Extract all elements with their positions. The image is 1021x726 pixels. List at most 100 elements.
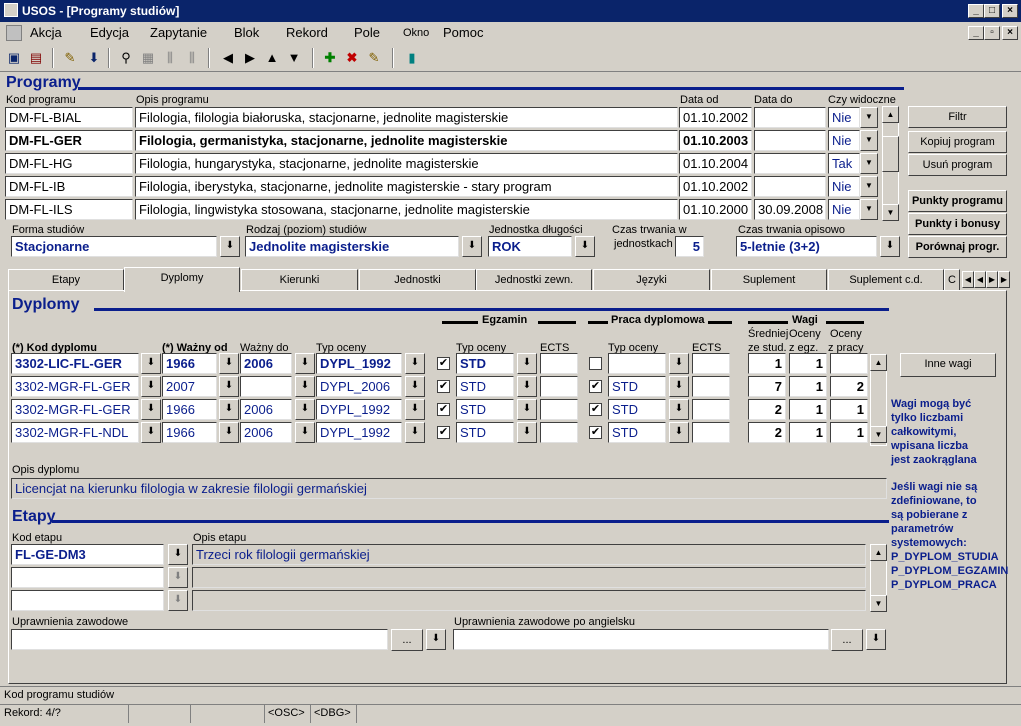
- etap-kod-field[interactable]: FL-GE-DM3: [11, 544, 164, 565]
- etap-kod-dropdown-icon[interactable]: ⬇: [168, 544, 188, 565]
- dyplom-od-dropdown-icon[interactable]: ⬇: [219, 399, 239, 420]
- praca-typ-dropdown-icon[interactable]: ⬇: [669, 353, 689, 374]
- egzamin-typ-field[interactable]: STD: [456, 353, 514, 374]
- dyplom-typ-dropdown-icon[interactable]: ⬇: [405, 399, 425, 420]
- doc-icon[interactable]: [6, 25, 22, 41]
- czas-opis-field[interactable]: 5-letnie (3+2): [736, 236, 877, 257]
- dyplomy-scroll-up-icon[interactable]: ▲: [870, 354, 887, 371]
- print-icon[interactable]: ▤: [28, 50, 44, 66]
- tab-suplement-c-d-[interactable]: Suplement c.d.: [828, 269, 944, 291]
- dyplom-typ-dropdown-icon[interactable]: ⬇: [405, 422, 425, 443]
- praca-typ-dropdown-icon[interactable]: ⬇: [669, 376, 689, 397]
- program-widoczne-select[interactable]: Tak: [828, 153, 860, 174]
- dyplom-kod-field[interactable]: 3302-LIC-FL-GER: [11, 353, 139, 374]
- dyplom-od-field[interactable]: 2007: [162, 376, 217, 397]
- dyplom-typ-field[interactable]: DYPL_1992: [316, 353, 402, 374]
- maximize-icon[interactable]: □: [984, 4, 1000, 18]
- program-kod-field[interactable]: DM-FL-IB: [5, 176, 133, 197]
- menu-akcja[interactable]: Akcja: [30, 25, 62, 40]
- dyplom-do-field[interactable]: 2006: [240, 399, 292, 420]
- program-data-od-field[interactable]: 01.10.2002: [679, 176, 752, 197]
- program-data-do-field[interactable]: [754, 153, 826, 174]
- dyplom-typ-dropdown-icon[interactable]: ⬇: [405, 376, 425, 397]
- program-data-od-field[interactable]: 01.10.2004: [679, 153, 752, 174]
- egzamin-ects-field[interactable]: [540, 353, 578, 374]
- program-kod-field[interactable]: DM-FL-BIAL: [5, 107, 133, 128]
- program-kod-field[interactable]: DM-FL-HG: [5, 153, 133, 174]
- clear-record-icon[interactable]: ✎: [366, 50, 382, 66]
- etap-opis-field[interactable]: [192, 567, 866, 588]
- egzamin-ects-field[interactable]: [540, 376, 578, 397]
- usun-program-button[interactable]: Usuń program: [908, 154, 1007, 176]
- porownaj-button[interactable]: Porównaj progr.: [908, 236, 1007, 258]
- program-widoczne-select[interactable]: Nie: [828, 130, 860, 151]
- egzamin-typ-dropdown-icon[interactable]: ⬇: [517, 422, 537, 443]
- mdi-minimize-icon[interactable]: _: [968, 26, 984, 40]
- praca-checkbox[interactable]: ✔: [589, 380, 602, 393]
- waga-pracy-field[interactable]: 2: [830, 376, 868, 397]
- waga-srednia-field[interactable]: 2: [748, 399, 786, 420]
- etap-opis-field[interactable]: [192, 590, 866, 611]
- kopiuj-program-button[interactable]: Kopiuj program: [908, 131, 1007, 153]
- waga-egz-field[interactable]: 1: [789, 422, 827, 443]
- chevron-down-icon[interactable]: ▼: [860, 130, 878, 151]
- tab-suplement[interactable]: Suplement: [711, 269, 827, 291]
- egzamin-typ-field[interactable]: STD: [456, 376, 514, 397]
- egzamin-ects-field[interactable]: [540, 399, 578, 420]
- tab-dyplomy[interactable]: Dyplomy: [124, 267, 240, 292]
- praca-ects-field[interactable]: [692, 353, 730, 374]
- waga-pracy-field[interactable]: 1: [830, 399, 868, 420]
- dyplom-do-dropdown-icon[interactable]: ⬇: [295, 399, 315, 420]
- program-widoczne-select[interactable]: Nie: [828, 199, 860, 220]
- forma-field[interactable]: Stacjonarne: [11, 236, 217, 257]
- czas-field[interactable]: 5: [675, 236, 704, 257]
- dyplom-kod-field[interactable]: 3302-MGR-FL-GER: [11, 399, 139, 420]
- uprawnienia-dropdown-icon[interactable]: ⬇: [426, 629, 446, 650]
- etap-kod-dropdown-icon[interactable]: ⬇: [168, 567, 188, 588]
- program-kod-field[interactable]: DM-FL-ILS: [5, 199, 133, 220]
- tab-scroll-last-icon[interactable]: ▶: [998, 271, 1010, 288]
- dyplom-od-dropdown-icon[interactable]: ⬇: [219, 353, 239, 374]
- uprawnienia-field[interactable]: [11, 629, 388, 650]
- close-icon[interactable]: ×: [1002, 4, 1018, 18]
- waga-egz-field[interactable]: 1: [789, 353, 827, 374]
- czas-opis-dropdown-icon[interactable]: ⬇: [880, 236, 900, 257]
- dyplom-typ-field[interactable]: DYPL_1992: [316, 422, 402, 443]
- waga-srednia-field[interactable]: 1: [748, 353, 786, 374]
- tab-j-zyki[interactable]: Języki: [593, 269, 710, 291]
- dyplom-kod-field[interactable]: 3302-MGR-FL-GER: [11, 376, 139, 397]
- menu-rekord[interactable]: Rekord: [286, 25, 328, 40]
- dyplom-do-dropdown-icon[interactable]: ⬇: [295, 376, 315, 397]
- etap-kod-field[interactable]: [11, 590, 164, 611]
- scroll-down-icon[interactable]: ▼: [882, 204, 899, 221]
- praca-ects-field[interactable]: [692, 422, 730, 443]
- program-opis-field[interactable]: Filologia, germanistyka, stacjonarne, je…: [135, 130, 678, 151]
- praca-typ-dropdown-icon[interactable]: ⬇: [669, 422, 689, 443]
- count-icon[interactable]: ⫼: [162, 50, 178, 66]
- menu-edycja[interactable]: Edycja: [90, 25, 129, 40]
- egzamin-typ-dropdown-icon[interactable]: ⬇: [517, 376, 537, 397]
- mdi-close-icon[interactable]: ×: [1002, 26, 1018, 40]
- dyplom-do-field[interactable]: 2006: [240, 422, 292, 443]
- dyplom-kod-dropdown-icon[interactable]: ⬇: [141, 353, 161, 374]
- egzamin-checkbox[interactable]: ✔: [437, 403, 450, 416]
- exit-icon[interactable]: ▮: [404, 50, 420, 66]
- program-data-od-field[interactable]: 01.10.2002: [679, 107, 752, 128]
- chevron-down-icon[interactable]: ▼: [860, 176, 878, 197]
- tab-scroll-prev-icon[interactable]: ◀: [974, 271, 986, 288]
- dyplom-kod-field[interactable]: 3302-MGR-FL-NDL: [11, 422, 139, 443]
- prev-block-icon[interactable]: ◀: [220, 50, 236, 66]
- program-data-od-field[interactable]: 01.10.2003: [679, 130, 752, 151]
- count-all-icon[interactable]: ⫼: [184, 50, 200, 66]
- mdi-restore-icon[interactable]: ▫: [984, 26, 1000, 40]
- uprawnienia-en-field[interactable]: [453, 629, 829, 650]
- praca-checkbox[interactable]: ✔: [589, 426, 602, 439]
- menu-pole[interactable]: Pole: [354, 25, 380, 40]
- next-record-icon[interactable]: ▼: [286, 50, 302, 66]
- program-data-do-field[interactable]: [754, 130, 826, 151]
- etapy-scroll-down-icon[interactable]: ▼: [870, 595, 887, 612]
- opis-dyplomu-field[interactable]: Licencjat na kierunku filologia w zakres…: [11, 478, 887, 499]
- chevron-down-icon[interactable]: ▼: [860, 153, 878, 174]
- dyplom-typ-field[interactable]: DYPL_1992: [316, 399, 402, 420]
- tab-jednostki[interactable]: Jednostki: [359, 269, 476, 291]
